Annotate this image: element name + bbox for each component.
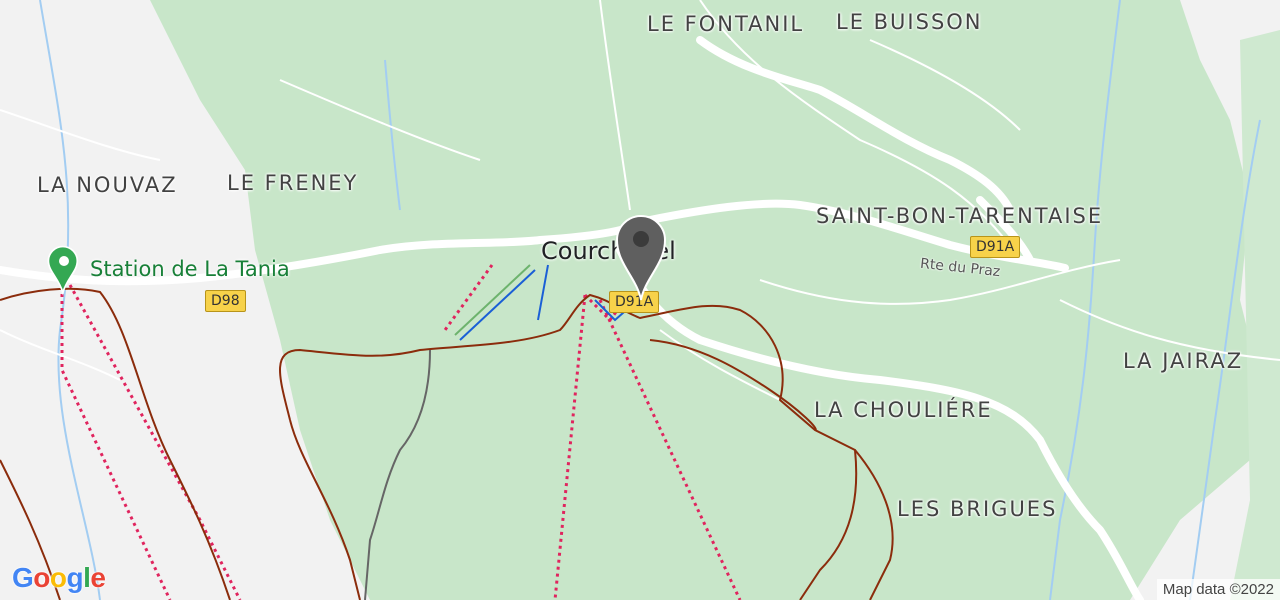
- place-label-le-buisson: LE BUISSON: [836, 10, 983, 34]
- place-label-la-chouliere: LA CHOULIÉRE: [814, 398, 993, 422]
- place-label-les-brigues: LES BRIGUES: [897, 497, 1058, 521]
- map-pin-icon[interactable]: [613, 212, 669, 307]
- place-label-saint-bon-tarentaise: SAINT-BON-TARENTAISE: [816, 204, 1104, 228]
- road-shield-d98: D98: [205, 290, 246, 312]
- station-label[interactable]: Station de La Tania: [90, 257, 290, 281]
- place-label-le-fontanil: LE FONTANIL: [647, 12, 805, 36]
- map-attribution[interactable]: Map data ©2022: [1156, 579, 1280, 600]
- google-logo[interactable]: Google: [12, 562, 106, 594]
- place-label-la-jairaz: LA JAIRAZ: [1123, 349, 1244, 373]
- place-label-la-nouvaz: LA NOUVAZ: [37, 173, 178, 197]
- road-shield-d91a: D91A: [970, 236, 1021, 258]
- place-label-le-freney: LE FRENEY: [227, 171, 359, 195]
- green-pin-icon[interactable]: [45, 244, 83, 305]
